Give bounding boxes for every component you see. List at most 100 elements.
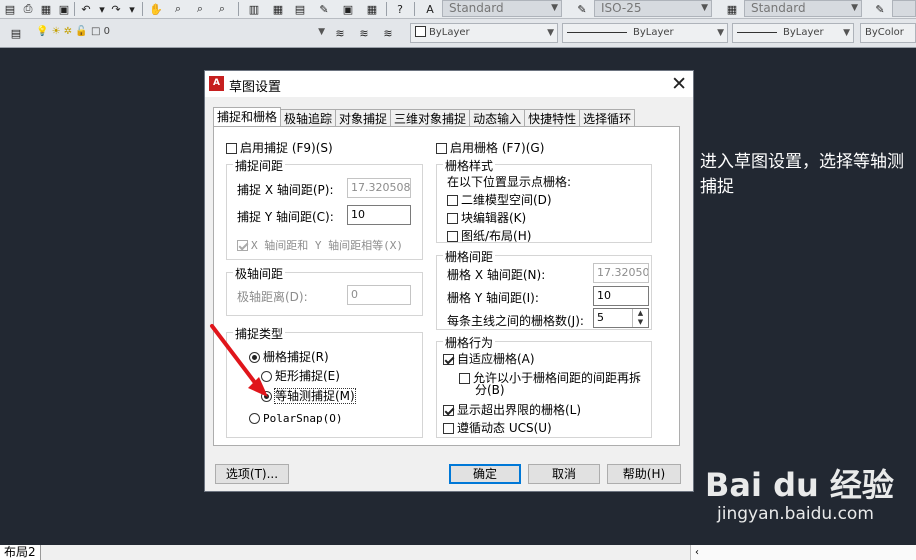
markup-icon[interactable]: ✎ [316,1,332,17]
subdivide-label-line2: 分(B) [475,383,505,397]
spin-down-icon[interactable]: ▼ [633,318,648,327]
checkbox-box [447,213,458,224]
block-editor-checkbox[interactable]: 块编辑器(K) [447,209,526,226]
zoom-window-icon[interactable]: ⌕ [192,1,208,17]
major-line-value: 5 [597,311,604,324]
sheet-set-icon[interactable]: ▣ [340,1,356,17]
checkbox-box [226,143,237,154]
linetype-value: ByLayer [633,27,674,38]
grid-on-checkbox[interactable]: 启用栅格 (F7)(G) [436,139,544,156]
close-icon[interactable]: ✕ [671,72,687,96]
layer-state-icon[interactable]: ≋ [380,25,396,41]
layout-tab[interactable]: 布局2 [0,545,41,560]
undo-icon[interactable]: ↶ [78,1,94,17]
tab-snap-and-grid[interactable]: 捕捉和栅格 [213,107,282,128]
plot-style-combo[interactable]: ByColor [860,23,916,43]
ok-button[interactable]: 确定 [449,464,521,484]
chevron-down-icon: ▼ [851,3,858,13]
toolbar-separator [414,2,415,16]
snap-x-input[interactable]: 17.320508 [347,178,411,198]
rect-snap-radio[interactable]: 矩形捕捉(E) [261,367,340,384]
color-swatch-icon: □ [91,26,101,37]
radio-dot [261,371,272,382]
chevron-down-icon[interactable]: ▾ [124,1,140,17]
polar-snap-radio[interactable]: PolarSnap(O) [249,411,342,425]
calculator-icon[interactable]: ▦ [364,1,380,17]
polar-distance-input[interactable]: 0 [347,285,411,305]
lightbulb-icon: 💡 [36,26,49,37]
layer-previous-icon[interactable]: ≋ [356,25,372,41]
help-button[interactable]: 帮助(H) [607,464,681,484]
multileader-style-combo[interactable] [892,0,916,17]
top-toolbar: ▤ ⎙ ▦ ▣ ↶ ▾ ↷ ▾ ✋ ⌕ ⌕ ⌕ ▥ ▦ ▤ ✎ ▣ ▦ ? A … [0,0,916,19]
spin-up-icon[interactable]: ▲ [633,309,648,318]
paper-layout-checkbox[interactable]: 图纸/布局(H) [447,227,531,244]
make-current-icon[interactable]: ≋ [332,25,348,41]
color-combo[interactable]: ByLayer ▼ [410,23,558,43]
publish-icon[interactable]: ▣ [56,1,72,17]
adaptive-grid-label: 自适应栅格(A) [457,352,535,366]
toolbar-separator [74,2,75,16]
chevron-down-icon: ▼ [318,27,325,37]
snap-type-title: 捕捉类型 [233,325,286,342]
beyond-limits-checkbox[interactable]: 显示超出界限的栅格(L) [443,401,581,418]
zoom-realtime-icon[interactable]: ⌕ [170,1,186,17]
grid-behavior-title: 栅格行为 [443,334,496,351]
snap-y-input[interactable]: 10 [347,205,411,225]
lineweight-combo[interactable]: ByLayer ▼ [732,23,854,43]
layer-combo[interactable]: 💡 ☀ ✲ 🔓 □ 0 ▼ [32,23,328,43]
snap-on-checkbox[interactable]: 启用捕捉 (F9)(S) [226,139,333,156]
polar-spacing-group: 极轴间距 极轴距离(D): 0 [226,265,423,316]
major-line-spinner[interactable]: ▲ ▼ [632,309,648,327]
zoom-previous-icon[interactable]: ⌕ [214,1,230,17]
radio-dot [261,391,272,402]
table-style-icon[interactable]: ▦ [724,1,740,17]
model-space-checkbox[interactable]: 二维模型空间(D) [447,191,552,208]
cancel-button[interactable]: 取消 [528,464,600,484]
multileader-style-icon[interactable]: ✎ [872,1,888,17]
polar-distance-label: 极轴距离(D): [237,290,308,304]
grid-spacing-group: 栅格间距 栅格 X 轴间距(N): 17.320508 栅格 Y 轴间距(I):… [436,248,652,330]
redo-icon[interactable]: ↷ [108,1,124,17]
help-icon[interactable]: ? [392,1,408,17]
follow-ucs-label: 遵循动态 UCS(U) [457,421,552,435]
snap-equal-checkbox[interactable]: X 轴间距和 Y 轴间距相等(X) [237,237,403,253]
grid-y-input[interactable]: 10 [593,286,649,306]
grid-snap-radio[interactable]: 栅格捕捉(R) [249,348,329,365]
table-style-value: Standard [751,1,806,15]
text-style-icon[interactable]: A [422,1,438,17]
follow-ucs-checkbox[interactable]: 遵循动态 UCS(U) [443,419,552,436]
drafting-settings-dialog: A 草图设置 ✕ 捕捉和栅格 极轴追踪 对象捕捉 三维对象捕捉 动态输入 快捷特性 选择循环… [204,70,694,492]
design-center-icon[interactable]: ▦ [270,1,286,17]
text-style-combo[interactable]: Standard ▼ [442,0,562,17]
table-style-combo[interactable]: Standard ▼ [744,0,862,17]
preview-icon[interactable]: ▦ [38,1,54,17]
layer-manager-icon[interactable]: ▤ [8,25,24,41]
snap-type-group: 捕捉类型 栅格捕捉(R) 矩形捕捉(E) 等轴测捕捉(M) PolarSnap(… [226,325,423,438]
baidu-logo: Bai du 经验 [705,466,894,504]
iso-snap-radio[interactable]: 等轴测捕捉(M) [261,387,356,404]
dim-style-icon[interactable]: ✎ [574,1,590,17]
scroll-left-icon[interactable]: ‹ [690,545,916,560]
linetype-combo[interactable]: ByLayer ▼ [562,23,728,43]
snap-spacing-group: 捕捉间距 捕捉 X 轴间距(P): 17.320508 捕捉 Y 轴间距(C):… [226,157,423,260]
grid-style-title: 栅格样式 [443,157,496,174]
properties-icon[interactable]: ▥ [246,1,262,17]
snap-y-label: 捕捉 Y 轴间距(C): [237,210,334,224]
freeze-icon: ✲ [63,26,73,37]
color-value: ByLayer [429,27,470,38]
major-line-input[interactable]: 5 ▲ ▼ [593,308,649,328]
grid-x-input[interactable]: 17.320508 [593,263,649,283]
open-file-icon[interactable]: ▤ [2,1,18,17]
snap-equal-label: X 轴间距和 Y 轴间距相等(X) [251,239,403,252]
paper-layout-label: 图纸/布局(H) [461,229,532,243]
checkbox-box [443,423,454,434]
pan-icon[interactable]: ✋ [148,1,164,17]
dim-style-combo[interactable]: ISO-25 ▼ [594,0,712,17]
instruction-annotation: 进入草图设置，选择等轴测捕捉 [700,152,904,197]
plot-icon[interactable]: ⎙ [20,1,36,17]
adaptive-grid-checkbox[interactable]: 自适应栅格(A) [443,350,535,367]
tool-palette-icon[interactable]: ▤ [292,1,308,17]
options-button[interactable]: 选项(T)... [215,464,289,484]
grid-on-label: 启用栅格 (F7)(G) [450,141,545,155]
